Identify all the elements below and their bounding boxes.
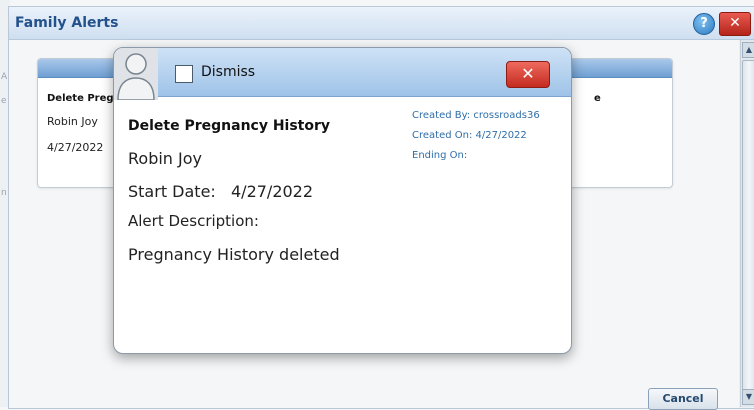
alert-card-partial-text: e (594, 93, 601, 104)
page-edge-glyph: n (1, 188, 7, 198)
window-title: Family Alerts (15, 15, 119, 31)
alert-popup: Dismiss ✕ Delete Pregnancy History Robin… (113, 47, 572, 354)
avatar-icon (114, 48, 158, 100)
start-date-label: Start Date: (128, 182, 216, 201)
scrollbar-thumb[interactable] (742, 60, 754, 392)
dismiss-label: Dismiss (201, 64, 256, 80)
alert-description: Pregnancy History deleted (128, 245, 340, 264)
alert-card-person: Robin Joy (47, 115, 98, 128)
alert-card-name: Delete Pregr (47, 93, 119, 104)
vertical-scrollbar[interactable]: ▲ ▼ (740, 40, 754, 407)
alert-title: Delete Pregnancy History (128, 118, 331, 134)
alert-person: Robin Joy (128, 149, 202, 168)
scroll-down-arrow-icon[interactable]: ▼ (742, 389, 754, 405)
start-date-value: 4/27/2022 (231, 182, 314, 201)
scroll-up-arrow-icon[interactable]: ▲ (742, 42, 754, 58)
popup-close-button[interactable]: ✕ (506, 61, 550, 88)
dismiss-checkbox[interactable] (175, 65, 193, 83)
alert-description-label: Alert Description: (128, 212, 259, 230)
alert-card-date: 4/27/2022 (47, 141, 104, 154)
window-header: Family Alerts ? ✕ (9, 7, 754, 40)
page-edge-glyph: A (1, 72, 8, 82)
popup-header: Dismiss ✕ (114, 48, 571, 100)
ending-on: Ending On: (412, 150, 468, 161)
page-edge-glyph: e (1, 96, 7, 106)
created-by: Created By: crossroads36 (412, 110, 540, 121)
help-icon[interactable]: ? (693, 13, 715, 35)
created-on: Created On: 4/27/2022 (412, 130, 527, 141)
window-close-button[interactable]: ✕ (719, 12, 751, 36)
